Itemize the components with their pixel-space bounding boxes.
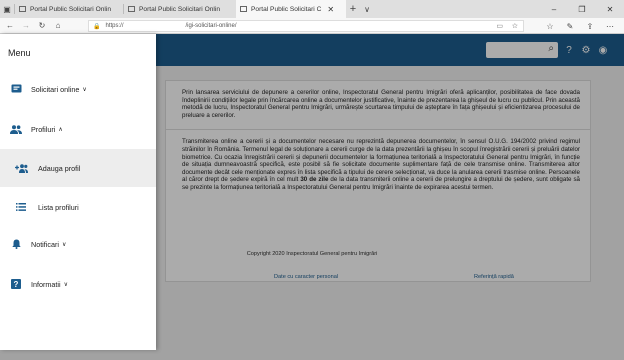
url-prefix: https:// — [105, 23, 124, 29]
nav-item-notificari[interactable]: Notificari ∨ — [0, 225, 156, 263]
browser-tab-active[interactable]: Portal Public Solicitari C ✕ — [236, 0, 346, 18]
chevron-up-icon: ∧ — [58, 126, 63, 133]
home-icon[interactable]: ⌂ — [50, 18, 66, 34]
lock-icon: 🔒 — [93, 23, 101, 30]
chevron-down-icon: ∨ — [63, 281, 68, 288]
nav-label: Notificari — [31, 239, 59, 249]
nav-label: Profiluri — [31, 124, 56, 134]
browser-tabstrip: ▣ Portal Public Solicitari Onlin Portal … — [0, 0, 624, 18]
minimize-icon[interactable]: – — [540, 0, 568, 18]
nav-label: Informatii — [31, 279, 61, 289]
reading-view-icon[interactable]: ▭ — [496, 22, 503, 30]
share-icon[interactable]: ⇪ — [580, 18, 600, 34]
refresh-icon[interactable]: ↻ — [34, 18, 50, 34]
window-controls: – ❐ ✕ — [540, 0, 624, 18]
nav-label: Adauga profil — [38, 163, 81, 173]
browser-tab[interactable]: Portal Public Solicitari Onlin — [15, 0, 123, 18]
new-tab-icon[interactable]: + — [346, 0, 360, 18]
tab-title: Portal Public Solicitari C — [251, 5, 322, 13]
back-icon[interactable]: ← — [2, 18, 18, 34]
tab-list-icon[interactable]: ∨ — [360, 0, 374, 18]
svg-text:?: ? — [14, 280, 19, 289]
nav-item-adauga-profil[interactable]: Adauga profil — [0, 149, 156, 187]
url-path: /igi-solicitari-online/ — [185, 23, 237, 29]
nav-item-informatii[interactable]: ? Informatii ∨ — [0, 265, 156, 303]
close-window-icon[interactable]: ✕ — [596, 0, 624, 18]
list-icon — [14, 201, 28, 213]
pen-icon[interactable]: ✎ — [560, 18, 580, 34]
chevron-down-icon: ∨ — [82, 86, 87, 93]
tab-favicon-icon — [128, 6, 135, 12]
nav-item-solicitari-online[interactable]: Solicitari online ∨ — [0, 70, 156, 108]
browser-tab[interactable]: Portal Public Solicitari Onlin — [124, 0, 236, 18]
tab-title: Portal Public Solicitari Onlin — [139, 5, 220, 13]
url-field[interactable]: 🔒 https:// /igi-solicitari-online/ ▭ ☆ — [88, 20, 524, 32]
tab-close-icon[interactable]: ✕ — [327, 5, 334, 14]
navigation-drawer: Menu Solicitari online ∨ Profiluri ∧ Ada… — [0, 34, 156, 350]
toolbar-right: ☆ ✎ ⇪ ⋯ — [540, 18, 620, 34]
nav-item-profiluri[interactable]: Profiluri ∧ — [0, 110, 156, 148]
nav-label: Lista profiluri — [38, 202, 79, 212]
favorites-icon[interactable]: ☆ — [540, 18, 560, 34]
nav-item-lista-profiluri[interactable]: Lista profiluri — [0, 188, 156, 226]
bell-icon — [9, 238, 23, 250]
more-icon[interactable]: ⋯ — [600, 18, 620, 34]
restore-icon[interactable]: ❐ — [568, 0, 596, 18]
inbox-icon — [9, 83, 23, 95]
tab-favicon-icon — [240, 6, 247, 12]
forward-icon[interactable]: → — [18, 18, 34, 34]
tab-title: Portal Public Solicitari Onlin — [30, 5, 111, 13]
tab-actions-icon[interactable]: ▣ — [0, 0, 14, 18]
drawer-title: Menu — [8, 48, 31, 58]
favorite-star-icon[interactable]: ☆ — [512, 22, 518, 30]
help-icon: ? — [9, 278, 23, 290]
address-bar: ← → ↻ ⌂ 🔒 https:// /igi-solicitari-onlin… — [0, 18, 624, 34]
people-icon — [9, 123, 23, 135]
tab-favicon-icon — [19, 6, 26, 12]
chevron-down-icon: ∨ — [61, 241, 67, 248]
nav-label: Solicitari online — [31, 84, 80, 94]
group-add-icon — [14, 162, 28, 174]
